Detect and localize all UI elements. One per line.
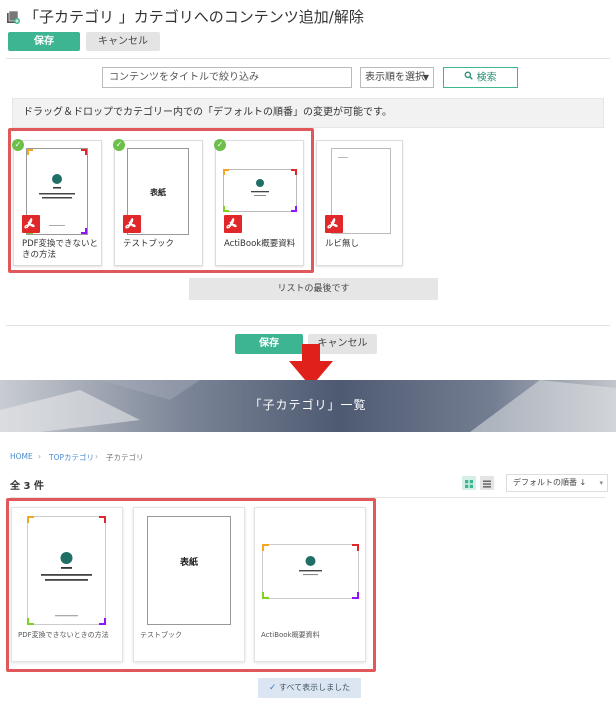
add-content-icon: [6, 9, 20, 24]
pdf-file-icon: [325, 215, 343, 233]
list-end-message: リストの最後です: [189, 278, 438, 300]
chevron-down-icon: ▾: [599, 479, 603, 487]
sort-select[interactable]: 表示順を選択 ▼: [360, 67, 434, 88]
divider: [6, 58, 610, 59]
breadcrumb-top-category[interactable]: TOPカテゴリ: [49, 452, 94, 463]
check-icon: ✓: [268, 683, 277, 693]
item-count: 全 3 件: [10, 481, 44, 492]
order-select[interactable]: デフォルトの順番 ↓ ▾: [506, 474, 608, 492]
category-banner: 「子カテゴリ」一覧: [0, 380, 616, 432]
list-view-button[interactable]: [480, 476, 494, 490]
chevron-down-icon: ▼: [422, 73, 429, 82]
content-card-name: ルビ無し: [325, 239, 360, 249]
order-select-label: デフォルトの順番 ↓: [513, 478, 587, 487]
highlight-box: [8, 128, 314, 273]
breadcrumb-current: 子カテゴリ: [106, 453, 144, 462]
save-button[interactable]: 保存: [8, 32, 80, 51]
admin-panel: 「子カテゴリ 」カテゴリへのコンテンツ追加/解除 保存 キャンセル コンテンツを…: [0, 0, 616, 368]
all-shown-button[interactable]: ✓ すべて表示しました: [258, 678, 361, 698]
info-bar: ドラッグ＆ドロップでカテゴリー内での「デフォルトの順番」の変更が可能です。: [12, 98, 604, 128]
divider: [6, 325, 610, 326]
chevron-right-icon: ›: [95, 452, 98, 461]
content-card[interactable]: ルビ無し: [316, 140, 403, 266]
page-title: 「子カテゴリ 」カテゴリへのコンテンツ追加/解除: [24, 7, 364, 26]
search-input[interactable]: コンテンツをタイトルで絞り込み: [102, 67, 352, 88]
highlight-box: [6, 498, 376, 672]
grid-view-button[interactable]: [462, 476, 476, 490]
search-icon: [464, 68, 474, 87]
grid-icon: [465, 480, 473, 488]
banner-title: 「子カテゴリ」一覧: [249, 398, 367, 412]
search-button-label: 検索: [476, 72, 497, 84]
all-shown-label: すべて表示しました: [278, 683, 351, 692]
sort-select-label: 表示順を選択: [365, 72, 425, 83]
search-button[interactable]: 検索: [443, 67, 518, 88]
cancel-button[interactable]: キャンセル: [86, 32, 160, 51]
arrow-shaft: [302, 344, 320, 362]
save-button-bottom[interactable]: 保存: [235, 334, 303, 354]
chevron-right-icon: ›: [38, 452, 41, 461]
admin-title-row: 「子カテゴリ 」カテゴリへのコンテンツ追加/解除: [6, 6, 364, 26]
breadcrumb-home[interactable]: HOME: [10, 452, 33, 461]
list-icon: [483, 480, 491, 488]
